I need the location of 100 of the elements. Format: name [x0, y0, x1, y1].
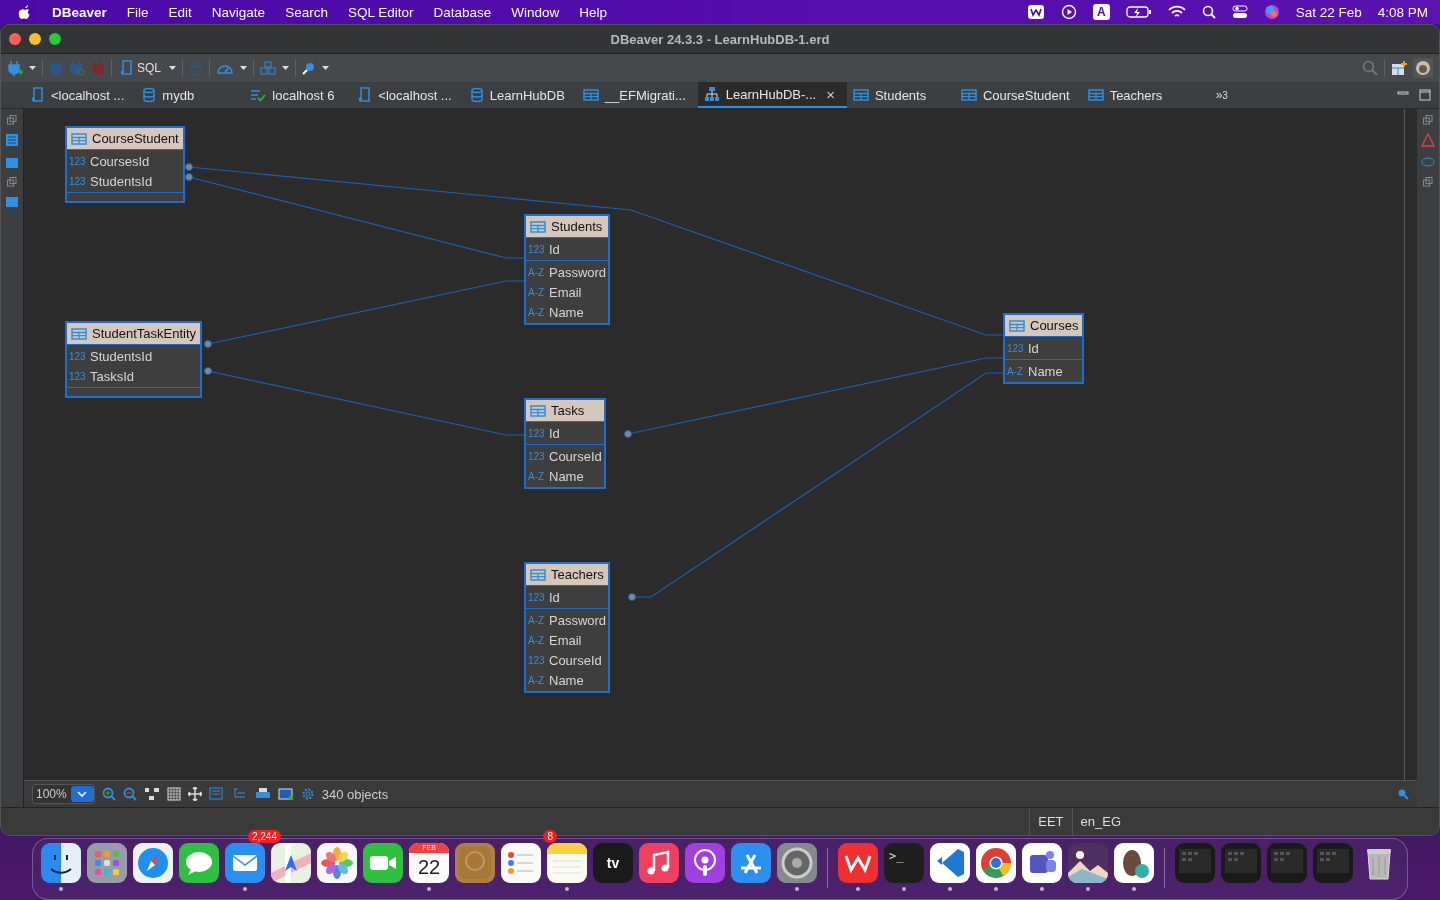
zoom-button[interactable] [49, 33, 61, 45]
column-name: Name [549, 468, 584, 484]
restore-icon[interactable] [1423, 115, 1433, 125]
speech-bubble-icon[interactable] [179, 843, 219, 883]
restore-icon[interactable] [7, 115, 17, 125]
code-editor-icon[interactable] [930, 843, 970, 883]
grid-icon[interactable] [166, 787, 181, 801]
window-thumbnail[interactable] [1267, 843, 1307, 883]
new-table-icon[interactable] [1391, 60, 1407, 76]
envelope-icon[interactable] [225, 843, 265, 883]
face-split-icon[interactable] [41, 843, 81, 883]
menu-item[interactable]: Navigate [211, 4, 266, 20]
entity-table[interactable]: Tasks 123 Id 123 CourseId A-Z Name [524, 398, 606, 489]
window-thumbnail[interactable] [1221, 843, 1261, 883]
minimize-button[interactable] [29, 33, 41, 45]
plug-add-icon[interactable] [7, 59, 23, 77]
editor-tab[interactable]: CourseStudent [954, 82, 1082, 108]
zoom-level-dropdown[interactable]: 100% [32, 784, 95, 804]
entity-table[interactable]: Courses 123 Id A-Z Name [1003, 313, 1085, 384]
menu-item[interactable]: Edit [168, 4, 192, 20]
editor-tab[interactable]: mydb [136, 82, 245, 108]
type-label: A-Z [1007, 365, 1025, 377]
database-panel-icon[interactable] [5, 155, 19, 169]
menu-item[interactable]: Help [579, 4, 607, 20]
type-label: 123 [528, 450, 546, 462]
column-name: StudentsId [90, 348, 153, 364]
column-name: Email [549, 284, 582, 300]
menu-item[interactable]: File [126, 4, 149, 20]
gear-icon[interactable] [777, 843, 817, 883]
editor-tab[interactable]: <localhost ... [352, 82, 464, 108]
type-label: 123 [69, 175, 87, 187]
entity-table[interactable]: Students 123 Id A-Z Password A-Z Email A-Z Name [524, 214, 611, 325]
editor-tab[interactable]: __EFMigrati... [576, 82, 698, 108]
editor-tab[interactable]: LearnHubDB-... × [697, 82, 847, 108]
menu-item[interactable]: Database [433, 4, 492, 20]
export-image-icon[interactable] [277, 787, 294, 801]
restore-icon[interactable] [1423, 177, 1433, 187]
search-icon[interactable] [302, 61, 316, 75]
print-icon[interactable] [254, 787, 271, 801]
script-icon [31, 87, 45, 103]
close-button[interactable] [9, 33, 21, 45]
menubar-time[interactable]: 4:08 PM [1377, 4, 1428, 20]
zoom-out-icon[interactable] [122, 787, 137, 801]
mountain-image-icon[interactable] [1068, 843, 1108, 883]
notepad-icon[interactable] [547, 843, 587, 883]
toggle-icon[interactable] [1231, 4, 1248, 20]
menubar-date[interactable]: Sat 22 Feb [1295, 4, 1362, 20]
input-source-indicator[interactable]: A [1093, 4, 1110, 20]
sql-editor-button[interactable]: SQL [118, 60, 163, 76]
wifi-icon[interactable] [1167, 5, 1186, 19]
editor-tab[interactable]: Teachers [1081, 82, 1190, 108]
browser-icon[interactable] [976, 843, 1016, 883]
list-check-icon [250, 87, 267, 103]
zoom-in-icon[interactable] [101, 787, 116, 801]
move-icon[interactable] [187, 787, 202, 801]
editor-tab[interactable]: Students [846, 82, 955, 108]
entity-table[interactable]: StudentTaskEntity 123 StudentsId 123 TasksId [65, 321, 203, 398]
checklist-icon[interactable] [501, 843, 541, 883]
compass-icon[interactable] [133, 843, 173, 883]
video-camera-icon[interactable] [363, 843, 403, 883]
navigator-icon[interactable] [5, 133, 19, 147]
app-grid-icon[interactable] [87, 843, 127, 883]
play-icon[interactable] [1061, 4, 1077, 20]
window-thumbnail[interactable] [1175, 843, 1215, 883]
layout-icon[interactable] [143, 787, 160, 801]
orb-icon[interactable] [1263, 4, 1280, 20]
warning-icon[interactable] [1421, 133, 1435, 147]
podcast-icon[interactable] [685, 843, 725, 883]
search-icon[interactable] [1201, 5, 1216, 19]
editor-tab[interactable]: LearnHubDB [463, 82, 577, 108]
settings-icon[interactable] [300, 787, 315, 801]
window-thumbnail[interactable] [1313, 843, 1353, 883]
office-app-icon[interactable] [1027, 4, 1045, 20]
type-label: 123 [528, 243, 546, 255]
entity-table[interactable]: Teachers 123 Id A-Z Password A-Z Email 123 CourseId A-Z Name [524, 562, 611, 693]
entity-name: CourseStudent [92, 131, 179, 146]
caret-icon [29, 65, 36, 71]
panel-icon[interactable] [5, 195, 19, 209]
restore-icon[interactable] [7, 177, 17, 187]
editor-tab[interactable]: <localhost ... [25, 82, 137, 108]
music-note-icon[interactable] [639, 843, 679, 883]
chat-app-icon[interactable] [1022, 843, 1062, 883]
table-icon [530, 567, 546, 582]
app-label: tv [606, 855, 620, 871]
map-icon[interactable] [271, 843, 311, 883]
close-tab-button[interactable]: × [826, 85, 835, 103]
flower-icon[interactable] [317, 843, 357, 883]
address-book-icon[interactable] [455, 843, 495, 883]
app-store-icon[interactable] [731, 843, 771, 883]
entity-table[interactable]: CourseStudent 123 CoursesId 123 StudentsId [65, 126, 185, 203]
battery-icon[interactable] [1125, 5, 1152, 19]
database-link-icon[interactable] [1421, 155, 1435, 169]
app-menu[interactable]: DBeaver [52, 4, 107, 20]
type-label: 123 [1007, 342, 1025, 354]
editor-tab[interactable]: localhost 6 [244, 82, 353, 108]
menu-item[interactable]: Window [511, 4, 560, 20]
menu-item[interactable]: SQL Editor [347, 4, 414, 20]
office-app-icon[interactable] [838, 843, 878, 883]
menu-item[interactable]: Search [285, 4, 328, 20]
maximize-icon[interactable] [1419, 89, 1431, 101]
